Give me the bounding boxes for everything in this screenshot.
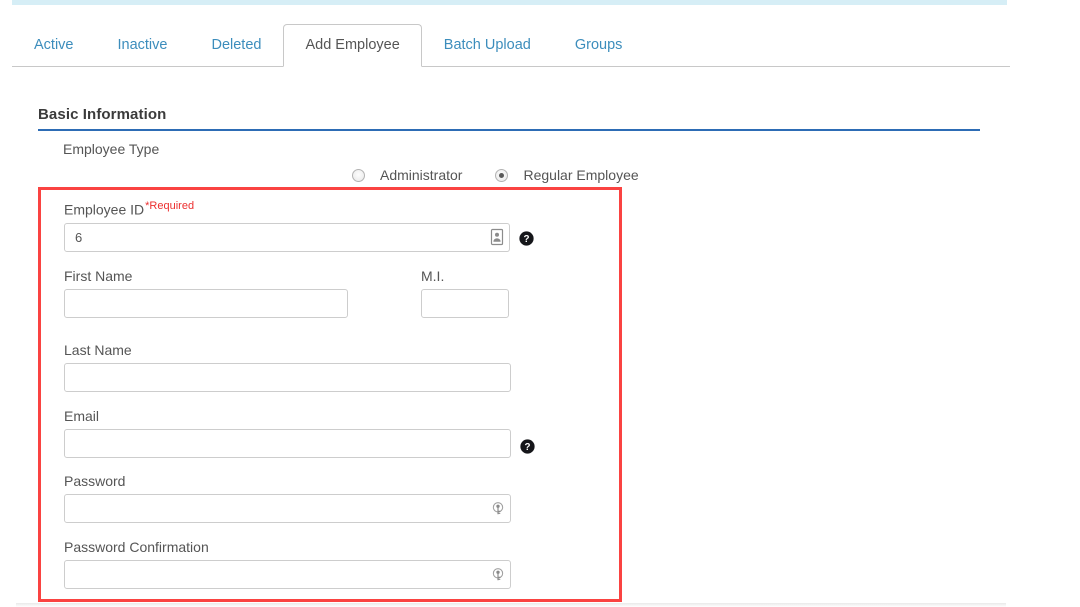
section-header-basic-information: Basic Information [38,106,980,131]
radio-administrator-label: Administrator [380,167,463,183]
field-password-confirmation: Password Confirmation [64,539,511,589]
panel-bottom-edge [16,603,1006,607]
page-title: Basic Information [38,106,167,123]
middle-initial-label: M.I. [421,268,445,284]
field-first-name: First Name [64,268,348,318]
radio-dot-icon[interactable] [352,168,365,182]
password-label: Password [64,473,126,489]
password-input[interactable] [64,494,511,523]
password-confirmation-input-wrap [64,560,511,589]
svg-text:?: ? [524,442,530,453]
employee-id-input[interactable] [64,222,510,252]
tab-active[interactable]: Active [12,24,96,68]
radio-regular-employee[interactable]: Regular Employee [495,167,639,183]
last-name-input-wrap [64,363,511,392]
field-middle-initial: M.I. [421,268,509,318]
field-email: Email ? [64,408,535,458]
svg-text:?: ? [523,234,529,245]
middle-initial-input-wrap [421,289,509,318]
required-marker: *Required [145,200,195,212]
help-circle-icon[interactable]: ? [520,439,535,454]
email-input-wrap [64,429,511,458]
email-input[interactable] [64,429,511,458]
tab-groups[interactable]: Groups [553,24,645,68]
first-name-input-wrap [64,289,348,318]
first-name-input[interactable] [64,289,348,318]
password-confirmation-label: Password Confirmation [64,539,209,555]
tab-inactive[interactable]: Inactive [96,24,190,68]
radio-administrator[interactable]: Administrator [352,167,462,183]
last-name-input[interactable] [64,363,511,392]
employee-id-label-text: Employee ID [64,201,145,218]
field-employee-id: Employee ID*Required ? [64,200,534,252]
field-password: Password [64,473,511,523]
email-label: Email [64,408,100,424]
last-name-label: Last Name [64,342,132,358]
radio-regular-employee-label: Regular Employee [523,167,639,183]
first-name-label: First Name [64,268,133,284]
employee-type-label: Employee Type [63,141,160,157]
field-last-name: Last Name [64,342,511,392]
tab-bar: Active Inactive Deleted Add Employee Bat… [12,22,1010,67]
password-confirmation-input[interactable] [64,560,511,589]
help-circle-icon[interactable]: ? [519,231,534,246]
middle-initial-input[interactable] [421,289,509,318]
password-input-wrap [64,494,511,523]
employee-type-radio-group: Administrator Regular Employee [352,167,639,183]
employee-id-label: Employee ID*Required [64,200,510,218]
content-panel: Active Inactive Deleted Add Employee Bat… [0,5,1010,605]
tab-add-employee[interactable]: Add Employee [283,23,422,67]
tab-batch-upload[interactable]: Batch Upload [422,24,553,68]
radio-dot-selected-icon[interactable] [495,168,509,182]
tab-deleted[interactable]: Deleted [189,24,283,68]
employee-id-input-wrap [64,222,510,252]
